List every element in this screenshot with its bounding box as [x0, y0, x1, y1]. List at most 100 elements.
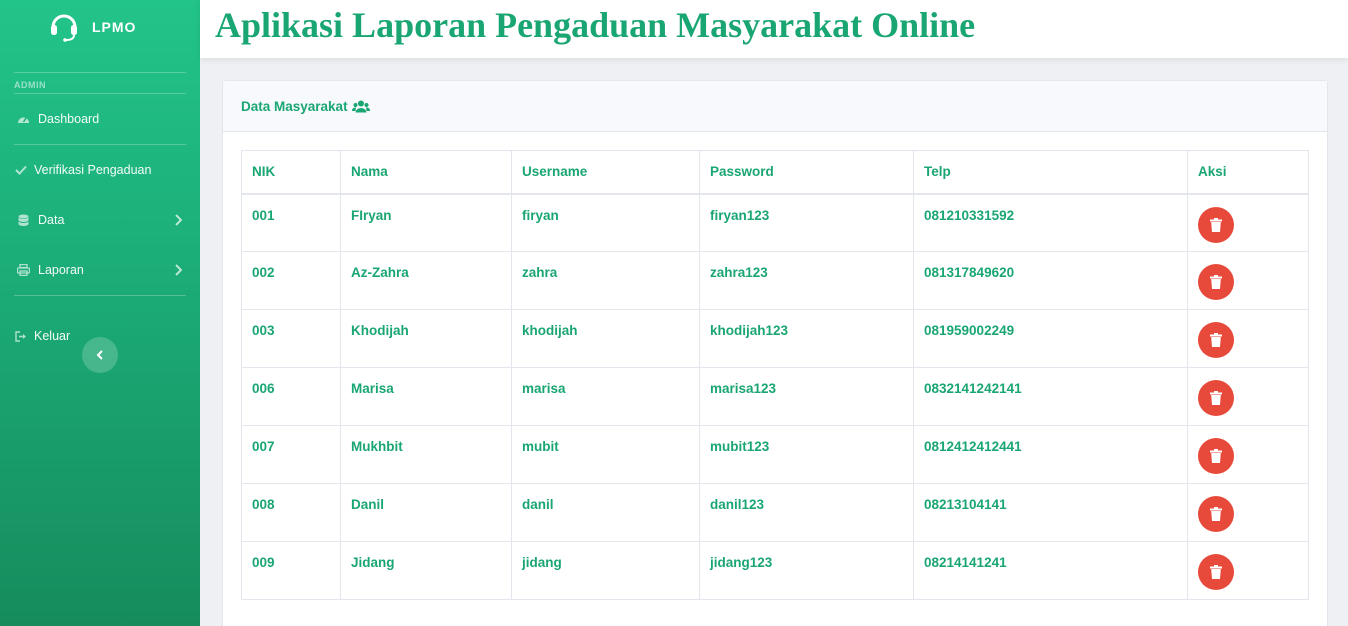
cell-nama: Danil: [340, 483, 512, 542]
sidebar-item-laporan[interactable]: Laporan: [0, 245, 200, 295]
cell-password: mubit123: [699, 425, 914, 484]
cell-nama: FIryan: [340, 193, 512, 252]
table-header-row: NIK Nama Username Password Telp Aksi: [241, 150, 1309, 195]
sidebar-item-verifikasi-pengaduan[interactable]: Verifikasi Pengaduan: [0, 145, 200, 195]
column-header-aksi: Aksi: [1187, 150, 1309, 195]
cell-telp: 081959002249: [913, 309, 1188, 368]
trash-icon: [1210, 275, 1222, 289]
cell-nik: 009: [241, 541, 341, 600]
table-row: 001 FIryan firyan firyan123 081210331592: [241, 193, 1309, 252]
page-title: Aplikasi Laporan Pengaduan Masyarakat On…: [215, 5, 976, 45]
delete-button[interactable]: [1198, 264, 1234, 300]
delete-button[interactable]: [1198, 438, 1234, 474]
chevron-right-icon: [175, 214, 182, 226]
delete-button[interactable]: [1198, 554, 1234, 590]
cell-telp: 0832141242141: [913, 367, 1188, 426]
trash-icon: [1210, 449, 1222, 463]
column-header-username: Username: [511, 150, 700, 195]
cell-nik: 008: [241, 483, 341, 542]
logout-icon: [14, 329, 28, 343]
column-header-nama: Nama: [340, 150, 512, 195]
cell-nik: 006: [241, 367, 341, 426]
brand-name: LPMO: [92, 19, 137, 35]
cell-password: marisa123: [699, 367, 914, 426]
sidebar-item-label: Verifikasi Pengaduan: [34, 163, 152, 177]
card-title: Data Masyarakat: [241, 98, 348, 114]
cell-nik: 002: [241, 251, 341, 310]
cell-telp: 081210331592: [913, 193, 1188, 252]
cell-username: zahra: [511, 251, 700, 310]
cell-username: marisa: [511, 367, 700, 426]
masyarakat-table: NIK Nama Username Password Telp Aksi 001…: [241, 150, 1309, 600]
column-header-password: Password: [699, 150, 914, 195]
cell-telp: 081317849620: [913, 251, 1188, 310]
cell-username: jidang: [511, 541, 700, 600]
cell-password: danil123: [699, 483, 914, 542]
data-masyarakat-card: Data Masyarakat NIK Nama Username Passwo…: [222, 80, 1328, 626]
topbar: Aplikasi Laporan Pengaduan Masyarakat On…: [200, 0, 1348, 58]
brand[interactable]: LPMO: [0, 0, 200, 52]
users-icon: [351, 100, 370, 112]
dashboard-icon: [16, 112, 30, 126]
table-row: 009 Jidang jidang jidang123 08214141241: [241, 541, 1309, 600]
cell-nama: Marisa: [340, 367, 512, 426]
cell-aksi: [1187, 425, 1309, 484]
column-header-nik: NIK: [241, 150, 341, 195]
trash-icon: [1210, 333, 1222, 347]
table-row: 007 Mukhbit mubit mubit123 0812412412441: [241, 425, 1309, 484]
cell-nama: Az-Zahra: [340, 251, 512, 310]
trash-icon: [1210, 217, 1222, 232]
cell-nama: Mukhbit: [340, 425, 512, 484]
table-row: 008 Danil danil danil123 08213104141: [241, 483, 1309, 542]
cell-nik: 001: [241, 193, 341, 252]
cell-username: danil: [511, 483, 700, 542]
cell-nik: 003: [241, 309, 341, 368]
card-header: Data Masyarakat: [223, 81, 1327, 132]
cell-nama: Khodijah: [340, 309, 512, 368]
cell-password: zahra123: [699, 251, 914, 310]
cell-aksi: [1187, 251, 1309, 310]
trash-icon: [1210, 565, 1222, 579]
print-icon: [16, 263, 30, 277]
table-row: 002 Az-Zahra zahra zahra123 081317849620: [241, 251, 1309, 310]
column-header-telp: Telp: [913, 150, 1188, 195]
sidebar-toggle-button[interactable]: [82, 337, 118, 373]
table-row: 003 Khodijah khodijah khodijah123 081959…: [241, 309, 1309, 368]
cell-aksi: [1187, 193, 1309, 252]
chevron-left-icon: [96, 350, 103, 360]
cell-aksi: [1187, 483, 1309, 542]
cell-username: khodijah: [511, 309, 700, 368]
delete-button[interactable]: [1198, 496, 1234, 532]
cell-password: firyan123: [699, 193, 914, 252]
sidebar-item-label: Laporan: [38, 263, 84, 277]
check-icon: [14, 163, 28, 177]
trash-icon: [1210, 507, 1222, 521]
sidebar: LPMO ADMIN Dashboard Verifikasi Pengadua…: [0, 0, 200, 626]
table-row: 006 Marisa marisa marisa123 083214124214…: [241, 367, 1309, 426]
sidebar-item-label: Data: [38, 213, 65, 227]
sidebar-item-data[interactable]: Data: [0, 195, 200, 245]
sidebar-item-label: Keluar: [34, 329, 71, 343]
sidebar-item-dashboard[interactable]: Dashboard: [0, 94, 200, 144]
cell-aksi: [1187, 309, 1309, 368]
table-body: 001 FIryan firyan firyan123 081210331592…: [241, 193, 1309, 600]
cell-username: mubit: [511, 425, 700, 484]
sidebar-item-label: Dashboard: [38, 112, 100, 126]
cell-nama: Jidang: [340, 541, 512, 600]
cell-username: firyan: [511, 193, 700, 252]
cell-nik: 007: [241, 425, 341, 484]
sidebar-heading: ADMIN: [14, 80, 46, 90]
cell-telp: 08214141241: [913, 541, 1188, 600]
database-icon: [16, 213, 30, 227]
delete-button[interactable]: [1198, 322, 1234, 358]
delete-button[interactable]: [1198, 380, 1234, 416]
headset-icon: [51, 14, 77, 42]
cell-password: jidang123: [699, 541, 914, 600]
cell-aksi: [1187, 367, 1309, 426]
cell-telp: 0812412412441: [913, 425, 1188, 484]
cell-aksi: [1187, 541, 1309, 600]
cell-password: khodijah123: [699, 309, 914, 368]
cell-telp: 08213104141: [913, 483, 1188, 542]
trash-icon: [1210, 391, 1222, 405]
delete-button[interactable]: [1198, 206, 1234, 243]
